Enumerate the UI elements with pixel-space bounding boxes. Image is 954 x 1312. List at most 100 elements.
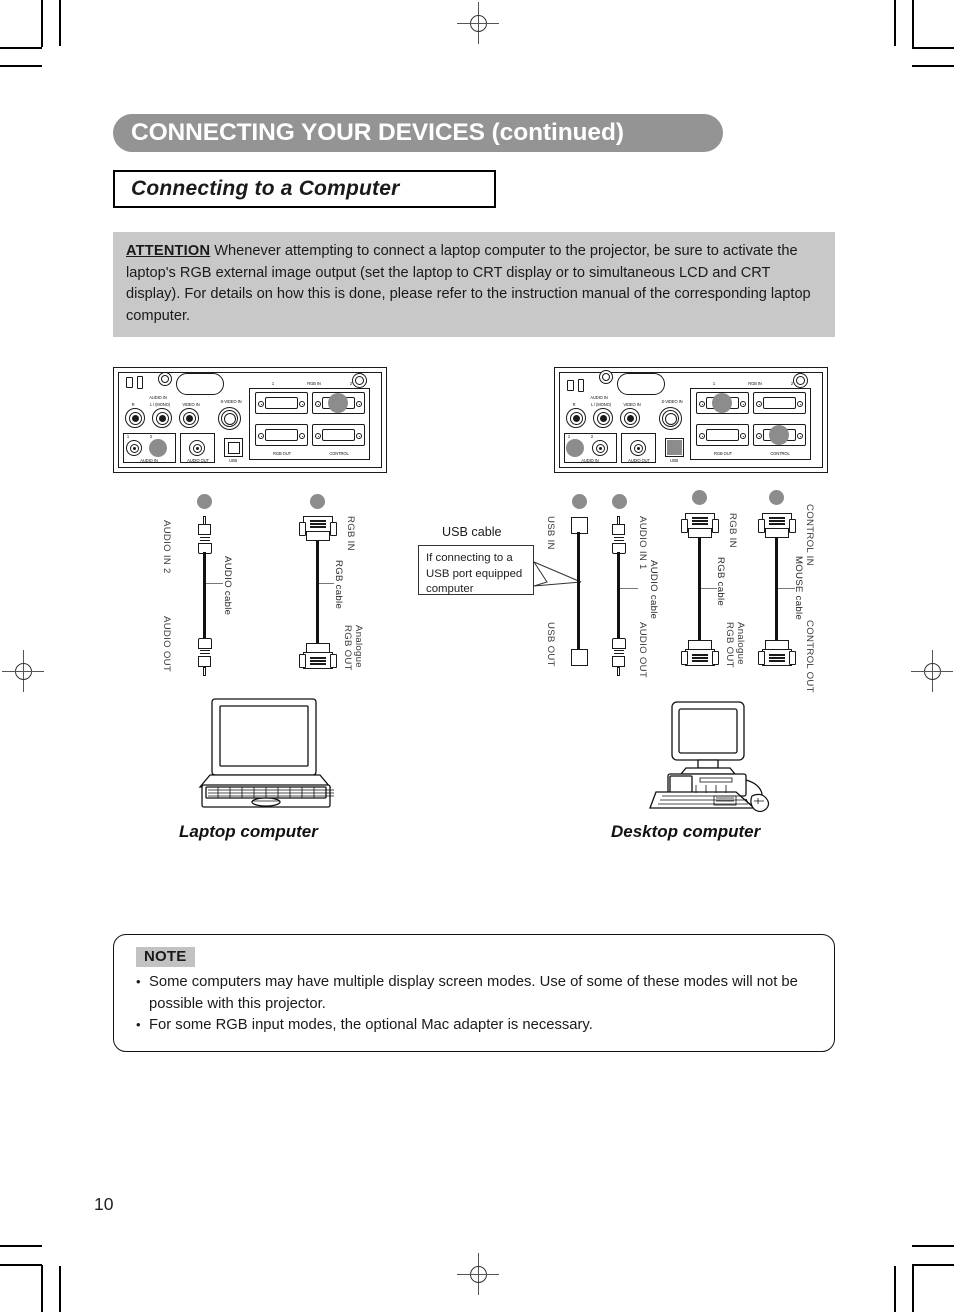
attention-box: ATTENTION Whenever attempting to connect… [113, 232, 835, 337]
connection-marker-usb-desktop [572, 494, 587, 509]
crop-mark-bottom-right-h [912, 1245, 954, 1247]
panel-label-video-in: VIDEO IN [182, 402, 200, 407]
panel-label-rgb-out-2: RGB OUT [714, 451, 732, 456]
crop-mark-top-right-h [912, 47, 954, 49]
usb-callout-box: If connecting to a USB port equipped com… [418, 545, 534, 595]
rgb-cable-line-laptop [316, 540, 320, 645]
registration-mark-bottom [457, 1253, 499, 1295]
laptop-caption: Laptop computer [179, 822, 318, 841]
usb-port [224, 438, 243, 457]
vga-connector-bottom-desktop [681, 640, 719, 666]
cable-label-audio-cable-desktop: AUDIO cable [648, 560, 659, 620]
rca-jack-audio-out-2 [630, 440, 646, 456]
audio-plug-bottom-desktop [611, 638, 626, 676]
cable-label-audio-cable-laptop: AUDIO cable [222, 556, 233, 616]
crop-mark-bottom-right-v [894, 1266, 896, 1312]
panel-label-audio-in-1-2: 1 [567, 434, 571, 439]
note-box: NOTE Some computers may have multiple di… [113, 934, 835, 1052]
mouse-cable-line [775, 537, 779, 642]
rgb-in-2-screw-right [356, 401, 362, 407]
registration-mark-right [911, 650, 953, 692]
rgb-in-2-inner-2 [763, 396, 796, 410]
rca-jack-audio-out [189, 440, 205, 456]
cable-label-analogue-rgb-out-desktop-2: RGB OUT [724, 622, 735, 668]
rca-jack-video-in [179, 408, 199, 428]
panel-label-usb: USB [228, 458, 238, 463]
rgb-cable-leader-laptop [319, 583, 334, 585]
panel-label-rgb-in: RGB IN [307, 381, 321, 386]
page-title: CONNECTING YOUR DEVICES (continued) [113, 114, 723, 152]
panel-label-audio-in-2-2: 2 [590, 434, 594, 439]
cable-label-audio-in-1: AUDIO IN 1 [637, 516, 648, 570]
panel-label-audio-in-l-2: L / (MONO) [591, 402, 611, 407]
rgb-in-1-screw-right-2 [740, 401, 746, 407]
audio-plug-bottom-laptop [197, 638, 212, 676]
rgb-in-2-screw-right-2 [797, 401, 803, 407]
cable-label-rgb-in-desktop: RGB IN [727, 513, 738, 548]
rgb-out-inner-2 [706, 428, 739, 442]
highlight-control [769, 425, 789, 445]
rgb-out-screw-left-2 [699, 433, 705, 439]
audio-cable-line-desktop [617, 552, 621, 642]
connection-marker-rgb-desktop [692, 490, 707, 505]
crop-mark-top-left-corner-v [41, 0, 43, 47]
panel-label-control: CONTROL [329, 451, 349, 456]
cable-label-audio-out-laptop: AUDIO OUT [161, 616, 172, 672]
manual-page: CONNECTING YOUR DEVICES (continued) Conn… [0, 0, 954, 1312]
panel-label-audio-in-group: AUDIO IN [149, 395, 167, 400]
panel-label-audio-in-group-2: AUDIO IN [590, 395, 608, 400]
attention-body: Whenever attempting to connect a laptop … [126, 243, 811, 324]
vga-connector-bottom-laptop [299, 643, 337, 669]
rgb-out-screw-right [299, 433, 305, 439]
mouse-connector-bottom [758, 640, 796, 666]
cable-label-control-in: CONTROL IN [804, 504, 815, 566]
vga-connector-top-desktop [681, 513, 719, 539]
svideo-jack-2 [659, 407, 682, 430]
crop-mark-bottom-left-h [0, 1245, 42, 1247]
projector-panel-laptop: AUDIO IN R L / (MONO) VIDEO IN S-VIDEO I… [113, 367, 387, 473]
panel-label-audio-in-bottom: AUDIO IN [140, 458, 158, 463]
panel-label-control-2: CONTROL [770, 451, 790, 456]
usb-cable-line [577, 532, 581, 651]
security-slot-icon [126, 377, 133, 388]
connection-marker-audio-laptop [197, 494, 212, 509]
panel-label-audio-out-2: AUDIO OUT [628, 458, 650, 463]
connection-marker-mouse-desktop [769, 490, 784, 505]
panel-label-audio-in-1: 1 [126, 434, 130, 439]
panel-label-rgb-in-2: 2 [349, 381, 353, 386]
crop-mark-top-right-v [894, 0, 896, 46]
panel-label-video-in-2: VIDEO IN [623, 402, 641, 407]
laptop-computer-illustration [198, 698, 334, 808]
highlight-rgb-in-2 [328, 393, 348, 413]
crop-mark-top-right-corner-v [912, 0, 914, 47]
cable-label-rgb-cable-desktop: RGB cable [715, 557, 726, 607]
highlight-audio-in-2 [149, 439, 167, 457]
security-bar-icon-2 [578, 379, 584, 392]
usb-callout-pointer [533, 561, 582, 587]
rgb-out-screw-right-2 [740, 433, 746, 439]
rgb-in-2-screw-left-2 [756, 401, 762, 407]
note-item: For some RGB input modes, the optional M… [136, 1014, 818, 1037]
panel-label-rgb-in-1: 1 [271, 381, 275, 386]
highlight-usb-port [667, 440, 682, 455]
rgb-cable-line-desktop [698, 537, 702, 642]
note-list: Some computers may have multiple display… [136, 971, 818, 1037]
crop-mark-bottom-left-v [59, 1266, 61, 1312]
lens-barrel-icon-2 [617, 373, 665, 395]
panel-label-rgb-out: RGB OUT [273, 451, 291, 456]
cable-label-analogue-rgb-out-laptop-2: RGB OUT [342, 625, 353, 671]
control-screw-left [315, 433, 321, 439]
rgb-out-connector [255, 424, 308, 446]
rgb-in-1-screw-left-2 [699, 401, 705, 407]
control-screw-left-2 [756, 433, 762, 439]
note-item: Some computers may have multiple display… [136, 971, 818, 1015]
cable-label-analogue-rgb-out-laptop-1: Analogue [353, 625, 364, 668]
crop-mark-top-left-corner-h [0, 65, 42, 67]
registration-mark-left [2, 650, 44, 692]
vga-connector-top-laptop [299, 516, 337, 542]
audio-cable-leader-laptop [206, 583, 223, 585]
highlight-rgb-in-1 [712, 393, 732, 413]
svideo-jack [218, 407, 241, 430]
rgb-in-2-screw-left [315, 401, 321, 407]
cable-label-analogue-rgb-out-desktop-1: Analogue [735, 622, 746, 665]
